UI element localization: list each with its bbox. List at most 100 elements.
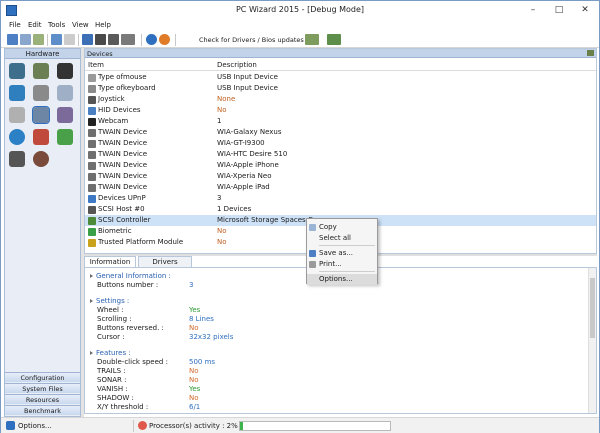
monitor-icon[interactable] [95,34,106,45]
maximize-button[interactable]: □ [547,1,571,19]
check-drivers-label[interactable]: Check for Drivers / Bios updates [199,36,304,44]
device-row[interactable]: TWAIN Device WIA-GT-I9300 [85,138,596,149]
resources-button[interactable]: Resources [5,394,80,404]
processor-activity-bar [239,421,391,431]
save-icon [309,250,316,257]
audio-icon[interactable] [57,107,73,123]
device-row[interactable]: TWAIN Device WIA-Galaxy Nexus [85,127,596,138]
device-description: No [217,238,227,246]
network-icon[interactable] [9,129,25,145]
tab-information[interactable]: Information [84,256,136,267]
device-description: 1 Devices [217,205,252,213]
device-icon [88,162,96,170]
device-row[interactable]: Type ofkeyboard USB Input Device [85,83,596,94]
save-icon[interactable] [7,34,18,45]
context-item-print[interactable]: Print... [307,259,377,270]
expand-icon [90,274,93,278]
column-item[interactable]: Item [88,61,104,69]
device-name: TWAIN Device [98,150,148,158]
device-row[interactable]: Type ofmouse USB Input Device [85,72,596,83]
device-row[interactable]: Joystick None [85,94,596,105]
device-row[interactable]: TWAIN Device WIA-Apple iPhone [85,160,596,171]
device-icon [88,195,96,203]
status-left-text: Options... [18,422,52,430]
devices-icon[interactable] [32,106,50,124]
device-icon [88,85,96,93]
expand-icon [90,351,93,355]
driver-update-icon[interactable] [305,34,319,45]
device-name: SCSI Host #0 [98,205,145,213]
video-icon[interactable] [9,85,25,101]
game-icon[interactable] [57,129,73,145]
context-separator [319,245,375,246]
info-icon[interactable] [159,34,170,45]
info-value: Yes [189,306,201,314]
context-item-save-as[interactable]: Save as... [307,248,377,259]
system-files-button[interactable]: System Files [5,383,80,393]
device-description: WIA-Xperia Neo [217,172,272,180]
tab-drivers[interactable]: Drivers [138,256,192,267]
context-item-copy[interactable]: Copy [307,222,377,233]
device-row[interactable]: Webcam 1 [85,116,596,127]
print-icon[interactable] [33,34,44,45]
minimize-button[interactable]: – [521,1,545,19]
context-item-options[interactable]: Options... [307,274,377,285]
close-button[interactable]: ✕ [573,1,597,19]
devices-panel-title: Devices [87,50,113,58]
refresh-icon[interactable] [51,34,62,45]
help-icon[interactable] [146,34,157,45]
context-item-label: Options... [319,275,353,283]
device-row[interactable]: SCSI Host #0 1 Devices [85,204,596,215]
menu-tools[interactable]: Tools [48,21,65,29]
info-section-title[interactable]: Settings : [90,297,129,305]
device-description: USB Input Device [217,73,278,81]
disk-icon[interactable] [9,151,25,167]
info-value: 8 Lines [189,315,214,323]
device-row[interactable]: TWAIN Device WIA-Xperia Neo [85,171,596,182]
network-icon[interactable] [82,34,93,45]
device-row[interactable]: Devices UPnP 3 [85,193,596,204]
menu-view[interactable]: View [72,21,89,29]
device-description: WIA-HTC Desire 510 [217,150,288,158]
connector-icon[interactable] [33,85,49,101]
camera-icon[interactable] [108,34,119,45]
scrollbar-thumb[interactable] [590,278,595,338]
information-panel: General Information : Buttons number : 3 Se… [84,267,597,414]
device-name: TWAIN Device [98,161,148,169]
info-section-label: Settings : [96,297,130,305]
info-value: No [189,367,199,375]
info-section-title[interactable]: Features : [90,349,131,357]
devices-panel-header: Devices [85,49,596,58]
drive-icon[interactable] [57,85,73,101]
menu-file[interactable]: File [9,21,21,29]
memory-icon[interactable] [57,63,73,79]
search-icon[interactable] [64,34,75,45]
copy-icon[interactable] [20,34,31,45]
device-description: WIA-Galaxy Nexus [217,128,282,136]
cpu-icon[interactable] [33,63,49,79]
motherboard-icon[interactable] [9,63,25,79]
info-section-title[interactable]: General Information : [90,272,171,280]
context-item-select-all[interactable]: Select all [307,233,377,244]
column-description[interactable]: Description [217,61,257,69]
device-row[interactable]: TWAIN Device WIA-HTC Desire 510 [85,149,596,160]
security-icon[interactable] [33,129,49,145]
menu-edit[interactable]: Edit [28,21,42,29]
panel-pin-icon[interactable] [587,50,594,56]
device-name: TWAIN Device [98,128,148,136]
status-bar: Options... Processor(s) activity : 2% [1,417,599,433]
info-value: 500 ms [189,358,216,366]
printer-icon[interactable] [9,107,25,123]
hardware-header[interactable]: Hardware [5,49,80,59]
gauge-icon[interactable] [33,151,49,167]
menu-help[interactable]: Help [95,21,111,29]
device-row[interactable]: HID Devices No [85,105,596,116]
info-scrollbar[interactable] [588,268,596,413]
dropdown-icon[interactable] [121,34,135,45]
device-row[interactable]: TWAIN Device WIA-Apple iPad [85,182,596,193]
device-icon [88,228,96,236]
device-icon [88,129,96,137]
configuration-button[interactable]: Configuration [5,372,80,382]
benchmark-button[interactable]: Benchmark [5,405,80,415]
bios-update-icon[interactable] [327,34,341,45]
